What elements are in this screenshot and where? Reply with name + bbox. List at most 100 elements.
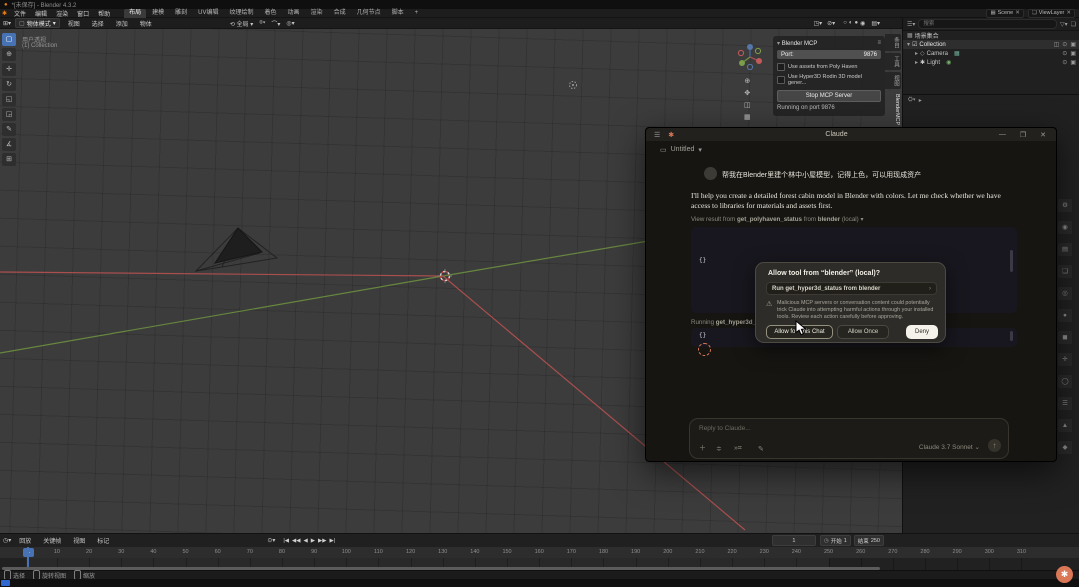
deny-button[interactable]: Deny	[906, 325, 938, 339]
dialog-tool-row[interactable]: Run get_hyper3d_status from blender ›	[766, 282, 937, 295]
tool-measure[interactable]: ∡	[2, 138, 16, 151]
tab-physics[interactable]: ◯	[1058, 375, 1072, 388]
collection-checkbox[interactable]: ☑	[912, 41, 917, 48]
sidebar-tab-tool[interactable]: 工具	[885, 53, 901, 70]
tab-render[interactable]: ◉	[1058, 221, 1072, 234]
polyhaven-checkbox[interactable]	[777, 63, 785, 71]
attach-plus-icon[interactable]: ＋	[699, 443, 706, 453]
close-icon[interactable]: ✕	[1040, 131, 1046, 139]
viewlayer-selector[interactable]: ❏ ViewLayer ✕	[1028, 9, 1075, 18]
exclude-checkbox-icon[interactable]: ◫	[1054, 41, 1060, 48]
menu-window[interactable]: 窗口	[73, 9, 93, 18]
workspace-tab-modeling[interactable]: 建模	[147, 9, 169, 18]
timeline-editor-icon[interactable]: ◷▾	[3, 537, 11, 544]
sidebar-tab-item[interactable]: 条目	[885, 34, 901, 51]
tab-tool[interactable]: ⚙	[1058, 199, 1072, 212]
claude-titlebar[interactable]: ☰ ✱ Claude — ❐ ✕	[646, 128, 1056, 141]
edit-pen-icon[interactable]: ✎	[758, 445, 764, 453]
tool-result-line[interactable]: View result from get_polyhaven_status fr…	[691, 216, 864, 223]
timeline-menu-keying[interactable]: 关键帧	[39, 536, 65, 545]
tab-data[interactable]: ▲	[1058, 419, 1072, 432]
editor-type-icon[interactable]: ⊞▾	[3, 20, 11, 27]
menu-edit[interactable]: 编辑	[31, 9, 51, 18]
menu-hamburger-icon[interactable]: ☰	[654, 131, 660, 139]
next-frame-button[interactable]: ▶▶	[318, 538, 326, 544]
disable-render-icon[interactable]: ▣	[1070, 59, 1076, 66]
settings-sliders-icon[interactable]: ≑	[716, 445, 722, 453]
tool-add-cube[interactable]: ⊞	[2, 153, 16, 166]
tools-icon[interactable]: »⌗	[734, 445, 742, 453]
code-scrollbar[interactable]	[1010, 331, 1013, 341]
reply-input-box[interactable]: ＋ ≑ »⌗ ✎ Claude 3.7 Sonnet ⌄ ↑	[689, 418, 1009, 459]
overlays-dropdown[interactable]: ⊘▾	[827, 20, 835, 27]
restore-icon[interactable]: ❐	[1020, 131, 1026, 139]
claude-tray-icon[interactable]: ✱	[1056, 566, 1073, 583]
outliner-row-camera[interactable]: ▸ ◇ Camera ▦ ⊙ ▣	[903, 49, 1079, 58]
shading-material-icon[interactable]: ●	[854, 20, 858, 26]
shading-rendered-icon[interactable]: ◉	[860, 20, 865, 27]
workspace-tab-sculpt[interactable]: 雕刻	[170, 9, 192, 18]
snap-magnet-icon[interactable]: ⌒▾	[271, 19, 280, 28]
timeline-menu-marker[interactable]: 标记	[93, 536, 113, 545]
outliner-row-light[interactable]: ▸ ✱ Light ◉ ⊙ ▣	[903, 58, 1079, 67]
minimize-icon[interactable]: —	[999, 131, 1006, 138]
proportional-edit-icon[interactable]: ◎▾	[286, 20, 294, 27]
zoom-tool-icon[interactable]: ⊕	[744, 77, 751, 85]
pivot-point-dropdown[interactable]: ⌾▾	[259, 20, 265, 27]
shading-solid-icon[interactable]: ◐	[849, 20, 853, 26]
frame-end-field[interactable]: 结束 250	[854, 535, 884, 546]
workspace-tab-scripting[interactable]: 脚本	[387, 9, 409, 18]
expand-arrow-icon[interactable]: ▸	[915, 59, 918, 66]
properties-editor-icon[interactable]: ⛭▾	[908, 97, 916, 104]
new-collection-icon[interactable]: ❏	[1071, 21, 1076, 28]
jump-start-button[interactable]: |◀	[283, 538, 289, 544]
tool-annotate[interactable]: ✎	[2, 123, 16, 136]
workspace-tab-rendertab[interactable]: 渲染	[306, 9, 328, 18]
workspace-tab-uv[interactable]: UV编辑	[193, 9, 223, 18]
send-button[interactable]: ↑	[988, 439, 1001, 452]
outliner-editor-icon[interactable]: ☰▾	[907, 21, 915, 28]
outliner-search-input[interactable]	[918, 19, 1057, 29]
tab-world[interactable]: ●	[1058, 309, 1072, 322]
current-frame-field[interactable]: 1	[772, 535, 816, 546]
viewport-menu-select[interactable]: 选择	[88, 19, 108, 28]
hide-eye-icon[interactable]: ⊙	[1062, 50, 1067, 57]
viewport-menu-object[interactable]: 物体	[136, 19, 156, 28]
tab-viewlayer[interactable]: ❏	[1058, 265, 1072, 278]
tool-rotate[interactable]: ↻	[2, 78, 16, 91]
shading-options-dropdown[interactable]: ▤▾	[871, 20, 880, 27]
outliner-row-collection[interactable]: ▾ ☑ Collection ◫ ⊙ ▣	[903, 40, 1079, 49]
perspective-toggle-icon[interactable]: ▦	[744, 113, 751, 121]
workspace-tab-animation[interactable]: 动画	[283, 9, 305, 18]
viewport-menu-view[interactable]: 视图	[64, 19, 84, 28]
keying-set-dropdown[interactable]: ⊙▾	[267, 537, 275, 544]
scene-selector[interactable]: ▦ Scene ✕	[986, 9, 1023, 18]
port-field[interactable]: Port: 9876	[777, 50, 881, 59]
menu-file[interactable]: 文件	[10, 9, 30, 18]
filter-icon[interactable]: ▽▾	[1060, 21, 1068, 28]
disable-render-icon[interactable]: ▣	[1070, 50, 1076, 57]
tab-output[interactable]: ▤	[1058, 243, 1072, 256]
menu-help[interactable]: 帮助	[94, 9, 114, 18]
tab-object[interactable]: ◼	[1058, 331, 1072, 344]
disable-render-icon[interactable]: ▣	[1070, 41, 1076, 48]
jump-end-button[interactable]: ▶|	[329, 538, 335, 544]
tool-cursor[interactable]: ⊕	[2, 48, 16, 61]
panel-grip-icon[interactable]: ≡	[877, 40, 881, 46]
reply-input[interactable]	[699, 425, 899, 432]
timeline-menu-view[interactable]: 视图	[69, 536, 89, 545]
viewport-menu-add[interactable]: 添加	[112, 19, 132, 28]
prev-frame-button[interactable]: ◀	[304, 538, 308, 544]
sidebar-tab-blendermcp[interactable]: BlenderMCP	[885, 91, 901, 128]
mode-selector[interactable]: ▢ 物体模式 ▾	[15, 18, 60, 28]
workspace-tab-add[interactable]: +	[410, 9, 424, 18]
collapse-arrow-icon[interactable]: ▾	[777, 40, 780, 47]
model-selector[interactable]: Claude 3.7 Sonnet ⌄	[919, 443, 980, 451]
expand-arrow-icon[interactable]: ▸	[915, 50, 918, 57]
hyper3d-checkbox[interactable]	[777, 76, 785, 84]
workspace-tab-layout[interactable]: 布局	[124, 9, 146, 18]
hide-eye-icon[interactable]: ⊙	[1062, 41, 1067, 48]
workspace-tab-compositing[interactable]: 合成	[329, 9, 351, 18]
tool-move[interactable]: ✛	[2, 63, 16, 76]
tool-select-box[interactable]: ▢	[2, 33, 16, 46]
